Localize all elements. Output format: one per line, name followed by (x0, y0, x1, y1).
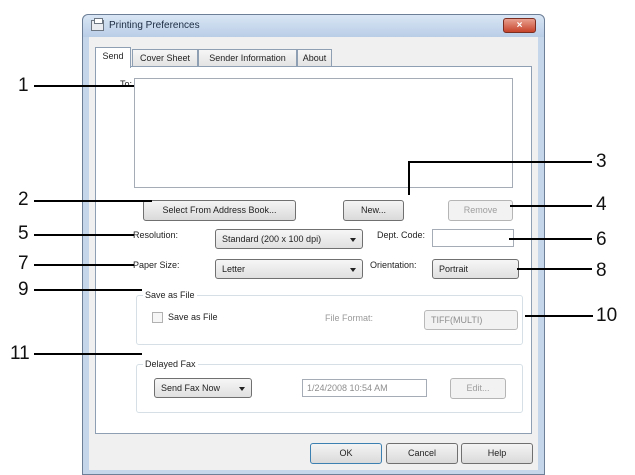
send-tab-panel: To: Select From Address Book... New... R… (95, 66, 532, 434)
orientation-label: Orientation: (370, 260, 417, 270)
chevron-down-icon (350, 268, 356, 272)
window-title: Printing Preferences (109, 20, 200, 31)
paper-size-dropdown[interactable]: Letter (215, 259, 363, 279)
delayed-fax-value: Send Fax Now (161, 383, 221, 393)
tab-cover-sheet[interactable]: Cover Sheet (132, 49, 198, 67)
callout-7-line (34, 264, 134, 266)
resolution-label: Resolution: (133, 230, 179, 240)
save-as-file-group: Save as File Save as File File Format: T… (136, 290, 523, 345)
callout-6: 6 (596, 229, 607, 250)
callout-9: 9 (18, 279, 29, 300)
dept-code-field[interactable] (432, 229, 514, 247)
select-from-address-book-button[interactable]: Select From Address Book... (143, 200, 296, 221)
callout-2-line (34, 200, 152, 202)
file-format-label: File Format: (325, 313, 374, 323)
dialog-client-area: Send Cover Sheet Sender Information Abou… (89, 37, 538, 470)
paper-size-value: Letter (222, 264, 246, 274)
callout-6-line (509, 238, 592, 240)
title-bar: Printing Preferences × (83, 15, 544, 37)
callout-10: 10 (596, 305, 618, 326)
new-button[interactable]: New... (343, 200, 404, 221)
ok-button[interactable]: OK (310, 443, 382, 464)
file-format-value: TIFF(MULTI) (431, 315, 483, 325)
callout-10-line (525, 315, 593, 317)
cancel-button[interactable]: Cancel (386, 443, 458, 464)
callout-1: 1 (18, 75, 29, 96)
orientation-dropdown[interactable]: Portrait (432, 259, 519, 279)
chevron-down-icon (350, 238, 356, 242)
callout-5: 5 (18, 223, 29, 244)
remove-button[interactable]: Remove (448, 200, 513, 221)
delayed-datetime-field[interactable]: 1/24/2008 10:54 AM (302, 379, 427, 397)
file-format-dropdown[interactable]: TIFF(MULTI) (424, 310, 518, 330)
save-as-file-checkbox-label[interactable]: Save as File (168, 312, 218, 322)
callout-3-line (410, 161, 592, 163)
callout-8: 8 (596, 260, 607, 281)
printing-preferences-window: Printing Preferences × Send Cover Sheet … (82, 14, 545, 475)
delayed-fax-group-title: Delayed Fax (143, 359, 198, 369)
callout-3: 3 (596, 151, 607, 172)
orientation-value: Portrait (439, 264, 469, 274)
callout-4: 4 (596, 194, 607, 215)
to-recipients-list[interactable] (134, 78, 513, 188)
tab-about[interactable]: About (297, 49, 332, 67)
save-as-file-checkbox[interactable] (152, 312, 163, 323)
tab-sender-information[interactable]: Sender Information (198, 49, 297, 67)
printer-icon (91, 18, 104, 31)
edit-button[interactable]: Edit... (450, 378, 506, 399)
callout-11: 11 (10, 343, 30, 364)
chevron-down-icon (239, 387, 245, 391)
delayed-fax-dropdown[interactable]: Send Fax Now (154, 378, 252, 398)
callout-11-line (34, 353, 142, 355)
dept-code-label: Dept. Code: (377, 230, 426, 240)
close-button[interactable]: × (503, 18, 536, 33)
callout-5-line (34, 234, 134, 236)
save-as-file-group-title: Save as File (143, 290, 197, 300)
help-button[interactable]: Help (461, 443, 533, 464)
tab-send[interactable]: Send (95, 47, 131, 68)
callout-7: 7 (18, 253, 29, 274)
callout-1-line (34, 85, 134, 87)
delayed-fax-group: Delayed Fax Send Fax Now 1/24/2008 10:54… (136, 359, 523, 413)
callout-2: 2 (18, 189, 29, 210)
callout-3-leader (408, 161, 410, 195)
paper-size-label: Paper Size: (133, 260, 180, 270)
resolution-dropdown[interactable]: Standard (200 x 100 dpi) (215, 229, 363, 249)
callout-9-line (34, 289, 142, 291)
callout-8-line (517, 268, 592, 270)
resolution-value: Standard (200 x 100 dpi) (222, 234, 322, 244)
callout-4-line (510, 205, 592, 207)
to-label: To: (120, 79, 133, 89)
